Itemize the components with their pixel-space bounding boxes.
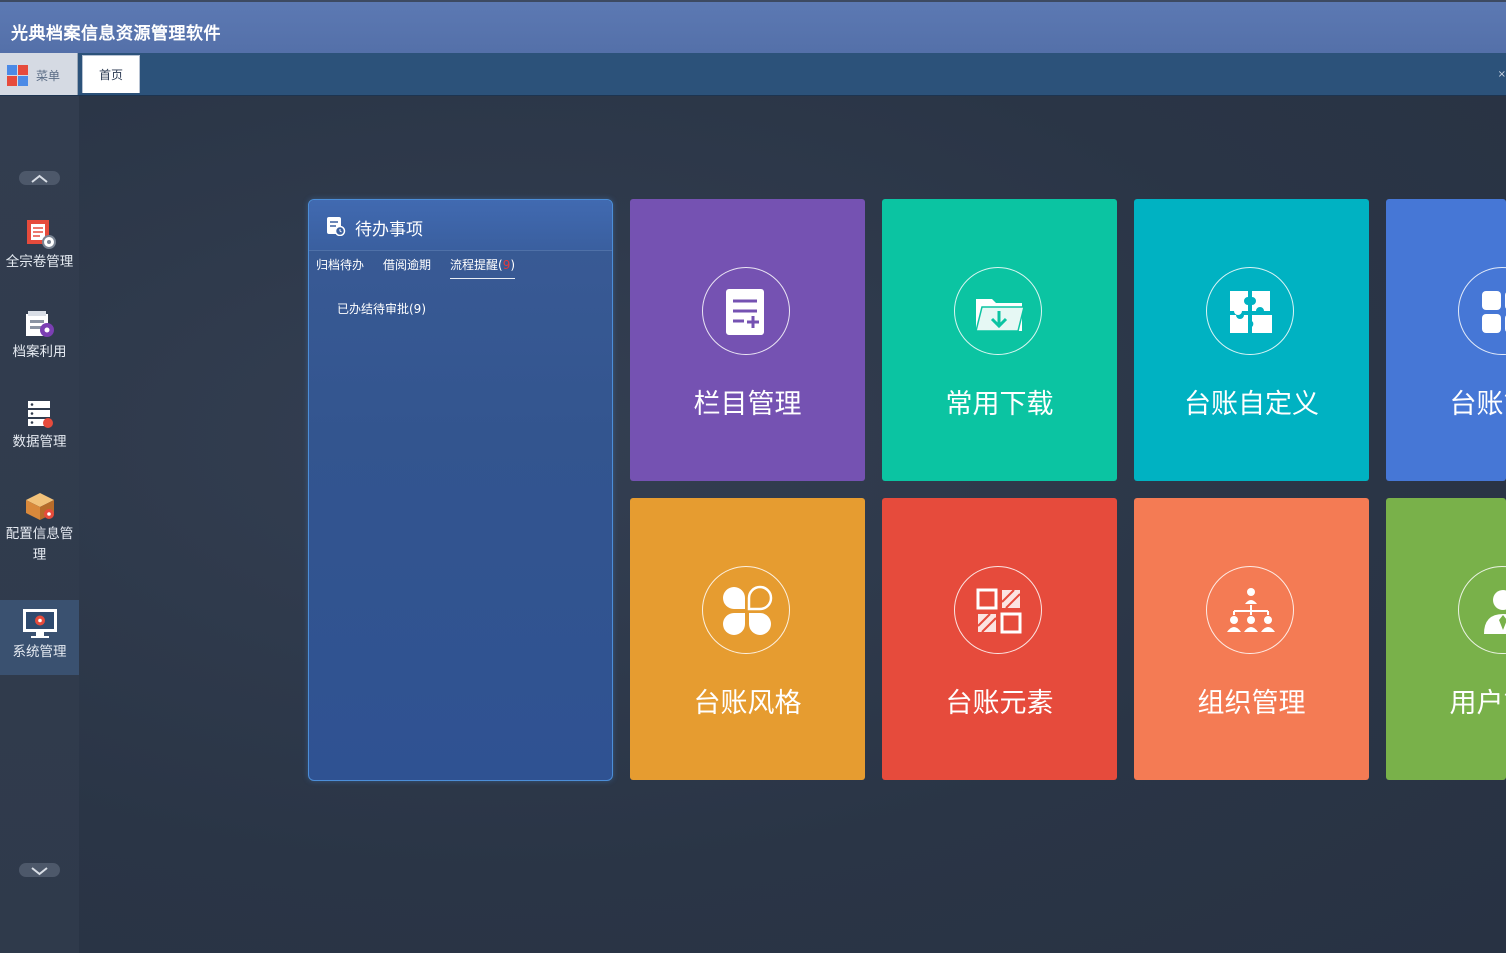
- tab-label-suffix: ): [510, 258, 516, 272]
- tile-user-management[interactable]: 用户管理: [1386, 498, 1506, 780]
- tile-label: 台账自定义: [1184, 389, 1319, 420]
- monitor-settings-icon: [22, 609, 57, 638]
- sidebar-scroll-up-button[interactable]: [19, 171, 60, 185]
- org-chart-icon: [1227, 588, 1275, 632]
- menu-label: 菜单: [36, 69, 61, 83]
- sidebar-item-data-management[interactable]: 数据管理: [0, 398, 79, 460]
- todo-title: 待办事项: [355, 220, 423, 240]
- archive-folder-gear-icon: [26, 220, 56, 249]
- sidebar-item-label: 档案利用: [12, 344, 67, 360]
- sidebar-scroll-down-button[interactable]: [19, 863, 60, 877]
- todo-panel: 待办事项 归档待办 借阅逾期 流程提醒(9) 已办结待审批(9): [308, 199, 613, 781]
- tab-label: 流程提醒(: [450, 258, 503, 272]
- todo-list-item[interactable]: 已办结待审批(9): [337, 300, 426, 317]
- tile-column-management[interactable]: 栏目管理: [630, 199, 865, 481]
- sidebar-item-label: 配置信息管理: [5, 526, 74, 563]
- tile-ledger-management[interactable]: 台账管理: [1386, 199, 1506, 481]
- folder-download-icon: [975, 299, 1025, 332]
- tab-borrow-overdue[interactable]: 借阅逾期: [383, 256, 431, 278]
- element-grid-icon: [976, 588, 1022, 634]
- chevron-down-icon: [31, 867, 48, 876]
- chevron-up-icon: [31, 174, 48, 183]
- package-config-icon: [25, 493, 54, 520]
- title-bar: 光典档案信息资源管理软件: [0, 0, 1506, 53]
- sidebar: 全宗卷管理 档案利用 数据管理 配置信息管理 系统管理: [0, 96, 79, 953]
- tile-label: 常用下载: [945, 389, 1054, 420]
- tile-label: 台账风格: [693, 688, 802, 719]
- server-data-icon: [27, 401, 53, 428]
- sidebar-item-fonds-volume[interactable]: 全宗卷管理: [0, 218, 79, 280]
- puzzle-icon: [1230, 291, 1272, 333]
- archive-usage-icon: [25, 311, 54, 337]
- sidebar-item-label: 全宗卷管理: [5, 254, 74, 270]
- tile-label: 台账管理: [1449, 389, 1506, 420]
- sidebar-item-archive-usage[interactable]: 档案利用: [0, 308, 79, 370]
- clover-shapes-icon: [723, 585, 773, 635]
- todo-header: 待办事项: [309, 200, 612, 251]
- tile-ledger-element[interactable]: 台账元素: [882, 498, 1117, 780]
- sidebar-item-system-management[interactable]: 系统管理: [0, 600, 79, 675]
- tile-label: 栏目管理: [693, 389, 802, 420]
- sidebar-item-config-management[interactable]: 配置信息管理: [0, 490, 79, 574]
- tile-ledger-custom[interactable]: 台账自定义: [1134, 199, 1369, 481]
- app-title: 光典档案信息资源管理软件: [11, 24, 221, 44]
- tab-home[interactable]: 首页: [82, 55, 140, 93]
- tile-common-downloads[interactable]: 常用下载: [882, 199, 1117, 481]
- tile-label: 台账元素: [945, 688, 1054, 719]
- tile-org-management[interactable]: 组织管理: [1134, 498, 1369, 780]
- user-icon: [1484, 590, 1506, 634]
- tile-ledger-style[interactable]: 台账风格: [630, 498, 865, 780]
- tab-close-icon[interactable]: ×: [1498, 69, 1506, 80]
- grid-squares-icon: [1482, 291, 1506, 333]
- tab-archive-pending[interactable]: 归档待办: [316, 256, 364, 278]
- sidebar-item-label: 系统管理: [12, 644, 67, 660]
- tile-label: 用户管理: [1449, 688, 1506, 719]
- menu-button[interactable]: 菜单: [0, 53, 78, 95]
- tile-label: 组织管理: [1197, 688, 1306, 719]
- todo-note-icon: [327, 217, 346, 236]
- tab-bar: 菜单 首页 ×: [0, 53, 1506, 96]
- tab-process-reminder[interactable]: 流程提醒(9): [450, 256, 516, 279]
- column-list-icon: [726, 289, 764, 335]
- sidebar-item-label: 数据管理: [12, 434, 67, 450]
- menu-grid-icon: [7, 65, 29, 87]
